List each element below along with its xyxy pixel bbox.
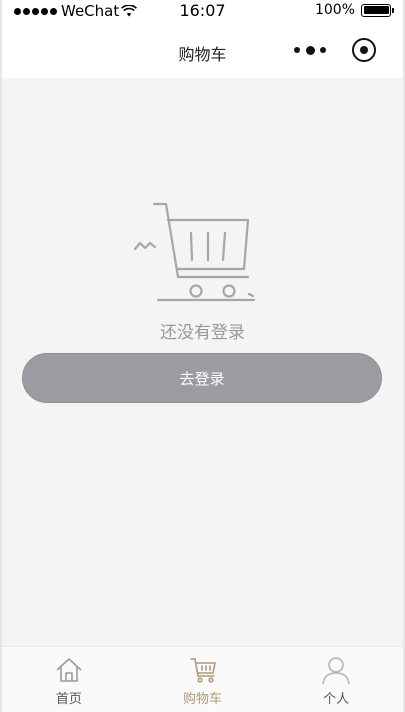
tab-home[interactable]: 首页 [2,647,136,712]
person-icon [322,657,350,685]
tab-label: 购物车 [183,692,223,707]
empty-message: 还没有登录 [160,323,245,343]
nav-bar: 购物车 [2,22,403,78]
more-button[interactable] [294,42,326,58]
main-content: 还没有登录 去登录 [2,78,403,646]
battery-icon [361,3,394,17]
tab-label: 个人 [323,692,350,707]
cart-page: WeChat 16:07 100% 购物车 还没有登录 去登录 首页 购物车 个… [0,0,405,712]
tab-bar: 首页 购物车 个人 [2,646,403,712]
page-title: 购物车 [178,45,227,64]
battery-percent: 100% [314,2,355,18]
tab-cart[interactable]: 购物车 [136,647,270,712]
status-right: 100% [314,2,394,18]
home-icon [56,658,82,682]
tab-label: 首页 [55,692,82,707]
empty-cart-icon [133,202,256,302]
tab-personal[interactable]: 个人 [269,647,403,712]
status-bar: WeChat 16:07 100% [2,0,403,22]
login-button[interactable]: 去登录 [22,353,382,403]
cart-icon [189,658,216,683]
more-dots-icon [294,47,300,53]
close-miniprogram-button[interactable] [352,38,376,62]
